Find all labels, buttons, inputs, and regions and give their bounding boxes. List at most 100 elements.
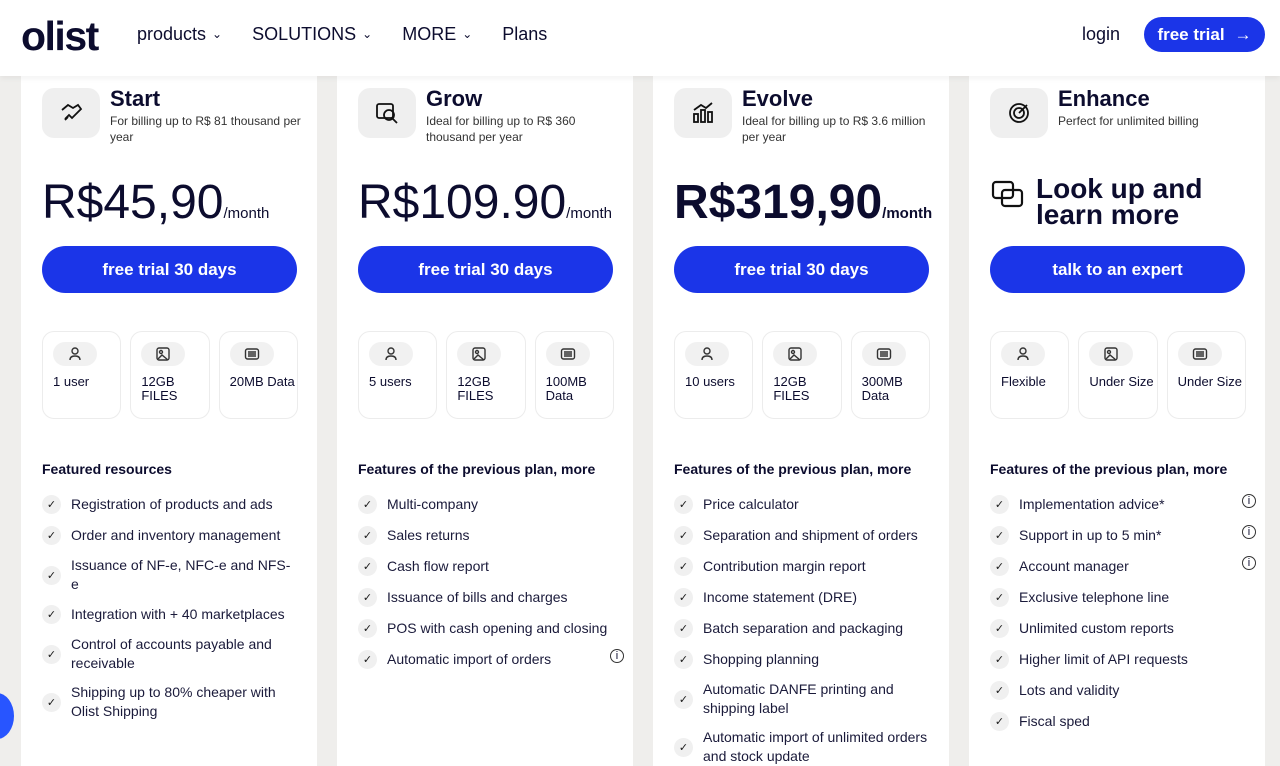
resource-box: 300MB Data [850, 331, 930, 419]
feature-item: ✓ Registration of products and ads [42, 494, 298, 515]
features-title: Featured resources [42, 461, 172, 477]
feature-text: Income statement (DRE) [703, 589, 858, 605]
resource-text: 1 user [53, 374, 90, 389]
resource-box: 100MB Data [534, 331, 614, 419]
feature-text: Automatic import of unlimited orders and… [703, 729, 928, 764]
check-icon: ✓ [674, 588, 693, 607]
resource-text: 100MB Data [545, 374, 587, 403]
feature-text: Registration of products and ads [71, 496, 273, 512]
feature-item: ✓ Lots and validity [990, 680, 1246, 701]
info-icon[interactable]: i [1242, 525, 1256, 539]
resource-box: 12GB FILES [130, 331, 210, 419]
check-icon: ✓ [674, 557, 693, 576]
check-icon: ✓ [990, 619, 1009, 638]
plan-resources: Flexible Under Size Under Size [990, 331, 1246, 419]
feature-text: Issuance of NF-e, NFC-e and NFS-e [71, 557, 291, 592]
feature-item: ✓ Issuance of bills and charges [358, 587, 614, 608]
feature-item: ✓ Batch separation and packaging [674, 618, 930, 639]
feature-text: Separation and shipment of orders [703, 527, 918, 543]
chevron-down-icon: ⌄ [212, 27, 223, 41]
check-icon: ✓ [674, 650, 693, 669]
check-icon: ✓ [990, 681, 1009, 700]
feature-item: ✓ Separation and shipment of orders [674, 525, 930, 546]
resource-text: Flexible [1001, 374, 1046, 389]
plan-name: Evolve [742, 86, 813, 111]
plan-cta-button[interactable]: talk to an expert [990, 246, 1245, 293]
user-icon [53, 342, 97, 366]
features-title: Features of the previous plan, more [674, 461, 912, 477]
resource-box: 1 user [42, 331, 122, 419]
feature-item: ✓ Account manager i [990, 556, 1256, 577]
user-icon [685, 342, 729, 366]
check-icon: ✓ [358, 650, 377, 669]
feature-item: ✓ Fiscal sped [990, 711, 1246, 732]
resource-box: 5 users [358, 331, 438, 419]
plan-price: R$45,90/month [42, 177, 269, 240]
check-icon: ✓ [990, 495, 1009, 514]
plan-cta-button[interactable]: free trial 30 days [42, 246, 297, 293]
olist-logo[interactable]: olist [21, 14, 99, 58]
check-icon: ✓ [358, 588, 377, 607]
nav-more[interactable]: MORE ⌄ [402, 22, 472, 46]
feature-text: Fiscal sped [1019, 713, 1090, 729]
chart-icon [674, 88, 732, 138]
info-icon[interactable]: i [610, 649, 624, 663]
image-icon [141, 342, 186, 366]
chat-widget-icon[interactable] [0, 693, 14, 739]
check-icon: ✓ [990, 588, 1009, 607]
free-trial-button[interactable]: free trial → [1144, 17, 1265, 52]
info-icon[interactable]: i [1242, 556, 1256, 570]
resource-text: Under Size [1177, 374, 1242, 389]
feature-list: ✓ Price calculator ✓ Separation and shipmen… [674, 494, 930, 766]
info-icon[interactable]: i [1242, 494, 1256, 508]
resource-box: 20MB Data [218, 331, 298, 419]
nav-plans[interactable]: Plans [502, 22, 547, 46]
free-trial-label: free trial [1157, 24, 1225, 44]
feature-text: Shopping planning [703, 651, 819, 667]
feature-text: Account manager [1019, 558, 1129, 574]
plan-resources: 1 user 12GB FILES 20MB Data [42, 331, 298, 419]
feature-item: ✓ Automatic import of orders i [358, 649, 624, 670]
resource-box: 10 users [674, 331, 754, 419]
feature-text: Contribution margin report [703, 558, 866, 574]
feature-item: ✓ Implementation advice* i [990, 494, 1256, 515]
handshake-icon [42, 88, 100, 138]
check-icon: ✓ [674, 526, 693, 545]
feature-item: ✓ Income statement (DRE) [674, 587, 930, 608]
feature-item: ✓ POS with cash opening and closing [358, 618, 614, 639]
chevron-down-icon: ⌄ [462, 27, 473, 41]
resource-box: Flexible [990, 331, 1070, 419]
nav-products[interactable]: products ⌄ [137, 22, 222, 46]
plan-header: Start For billing up to R$ 81 thousand pe… [42, 86, 304, 158]
plan-cta-button[interactable]: free trial 30 days [358, 246, 613, 293]
feature-item: ✓ Support in up to 5 min* i [990, 525, 1256, 546]
feature-item: ✓ Price calculator [674, 494, 930, 515]
database-icon [229, 342, 274, 366]
main-nav: products ⌄ SOLUTIONS ⌄ MORE ⌄ Plans [137, 22, 547, 46]
feature-text: Automatic import of orders [387, 651, 552, 667]
search-icon [358, 88, 416, 138]
price-period: /month [566, 205, 613, 222]
features-title: Features of the previous plan, more [358, 461, 596, 477]
plan-cta-button[interactable]: free trial 30 days [674, 246, 929, 293]
plan-price: R$109.90/month [358, 177, 612, 240]
feature-text: Integration with + 40 marketplaces [71, 606, 285, 622]
resource-text: Under Size [1089, 374, 1154, 389]
user-icon [1001, 342, 1045, 366]
feature-text: Exclusive telephone line [1019, 589, 1170, 605]
database-icon [1177, 342, 1222, 366]
feature-text: Sales returns [387, 527, 470, 543]
resource-text: 12GB FILES [457, 374, 494, 403]
plan-resources: 10 users 12GB FILES 300MB Data [674, 331, 930, 419]
resource-box: 12GB FILES [762, 331, 842, 419]
check-icon: ✓ [674, 737, 693, 757]
chevron-down-icon: ⌄ [362, 27, 373, 41]
price-period: /month [223, 205, 270, 222]
login-link[interactable]: login [1082, 22, 1120, 46]
resource-box: Under Size [1078, 331, 1158, 419]
arrow-right-icon: → [1234, 24, 1252, 44]
check-icon: ✓ [42, 644, 61, 664]
resource-box: Under Size [1166, 331, 1246, 419]
nav-solutions[interactable]: SOLUTIONS ⌄ [252, 22, 372, 46]
feature-text: Cash flow report [387, 558, 489, 574]
